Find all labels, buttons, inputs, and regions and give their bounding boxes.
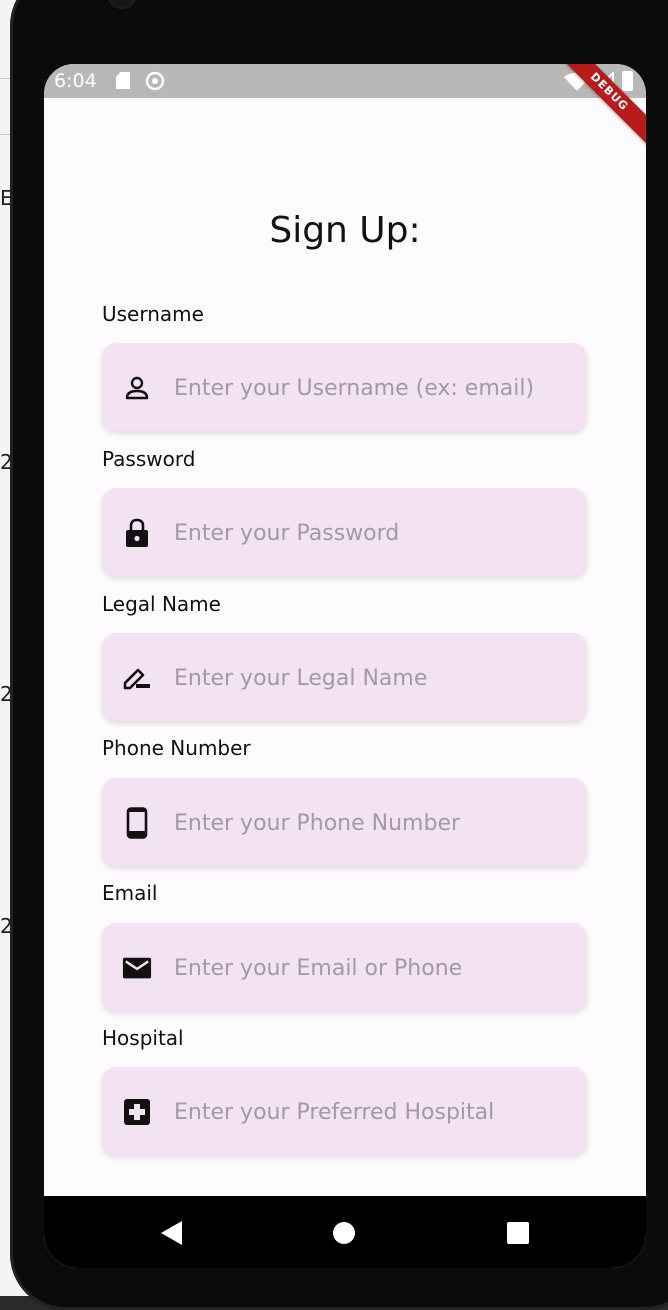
status-bar: 6:04 [44,64,646,98]
phone-icon [122,807,152,839]
mail-icon [122,953,152,983]
hospital-label: Hospital [102,1026,184,1050]
email-field[interactable] [102,923,587,1011]
sync-icon [145,71,165,91]
hospital-field[interactable] [102,1067,587,1155]
email-label: Email [102,881,158,905]
hospital-icon [122,1097,152,1127]
phone-number-label: Phone Number [102,736,251,760]
status-time: 6:04 [54,70,97,92]
username-field[interactable] [102,343,587,431]
hospital-input[interactable] [172,1085,576,1139]
sd-card-icon [116,72,130,89]
battery-icon [622,71,633,91]
password-field[interactable] [102,488,587,576]
front-camera [107,0,137,9]
email-input[interactable] [172,941,576,995]
page-title: Sign Up: [269,210,421,251]
legal-name-input[interactable] [172,651,576,705]
person-icon [122,373,152,403]
phone-number-field[interactable] [102,778,587,866]
back-icon[interactable] [157,1218,187,1248]
recents-icon[interactable] [503,1218,533,1248]
signature-icon [122,663,152,693]
home-icon[interactable] [329,1218,359,1248]
username-label: Username [102,302,204,326]
username-input[interactable] [172,361,576,415]
password-input[interactable] [172,506,576,560]
phone-number-input[interactable] [172,796,576,850]
navigation-bar [44,1196,646,1268]
app-screen: 6:04 DEBUG Sign Up: Username Password [44,64,646,1268]
legal-name-label: Legal Name [102,592,221,616]
lock-icon [122,518,152,548]
legal-name-field[interactable] [102,633,587,721]
password-label: Password [102,447,196,471]
